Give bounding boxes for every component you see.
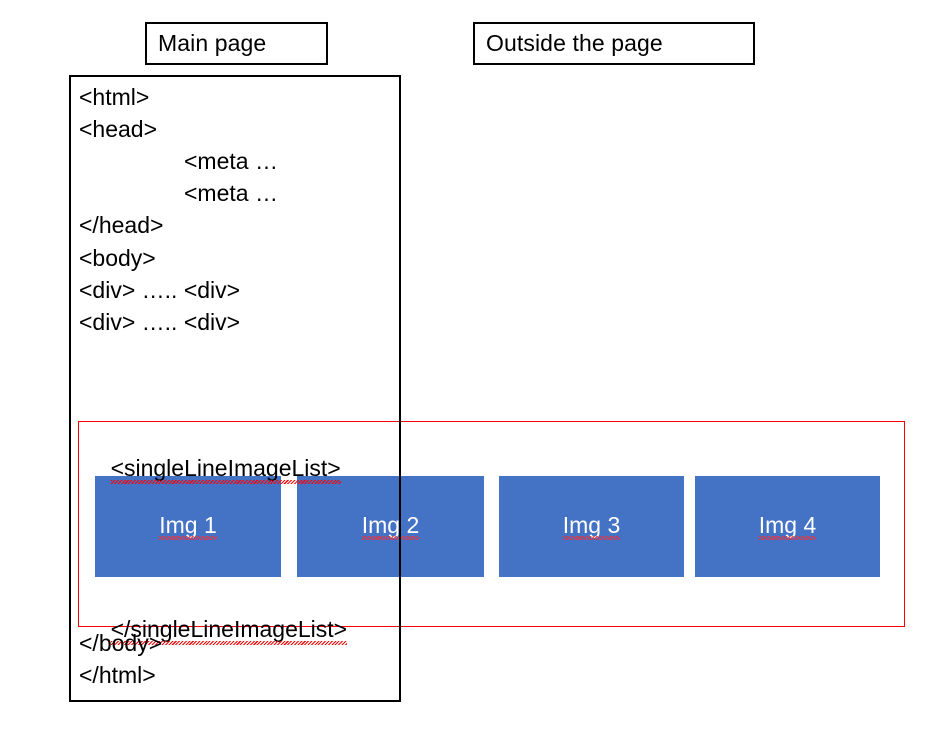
code-line-head-close: </head> [79,212,164,238]
code-line-body-close: </body> [79,630,163,656]
code-line-div-2: <div> ….. <div> [79,309,241,335]
code-line-html-close: </html> [79,662,156,688]
code-line-div-1: <div> ….. <div> [79,277,241,303]
main-page-caption-label: Main page [158,30,267,56]
code-line-body-open: <body> [79,245,156,271]
diagram-canvas: Main page Outside the page <html> <head>… [0,0,946,752]
outside-page-caption-box: Outside the page [473,22,755,65]
image-placeholder-3[interactable]: Img 3 [499,476,684,577]
outside-page-caption-label: Outside the page [486,30,663,56]
image-placeholder-4[interactable]: Img 4 [695,476,880,577]
code-line-meta-2: <meta … [184,180,278,206]
code-line-meta-1: <meta … [184,148,278,174]
single-line-image-list-open-tag-text: <singleLineImageList> [110,455,341,484]
main-page-caption-box: Main page [145,22,328,65]
code-line-single-line-image-list-open: <singleLineImageList> [85,434,341,503]
code-line-html-open: <html> [79,84,150,110]
code-line-head-open: <head> [79,116,158,142]
image-placeholder-3-label: Img 3 [562,512,621,540]
image-placeholder-4-label: Img 4 [758,512,817,540]
